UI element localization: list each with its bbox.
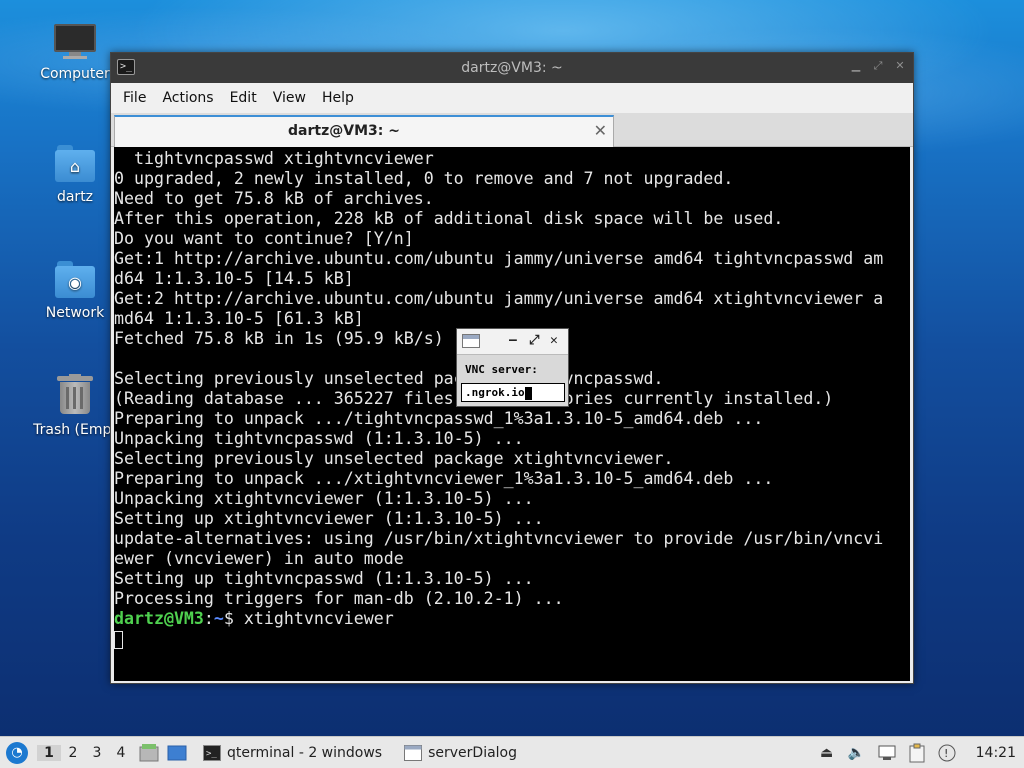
- task-qterminal[interactable]: >_ qterminal - 2 windows: [195, 738, 390, 768]
- terminal-line: Do you want to continue? [Y/n]: [114, 229, 414, 248]
- terminal-line: Preparing to unpack .../xtightvncviewer_…: [114, 469, 774, 488]
- network-folder-icon: ◉: [55, 259, 95, 299]
- menu-edit[interactable]: Edit: [222, 90, 265, 106]
- show-desktop-button[interactable]: [165, 741, 189, 765]
- clock[interactable]: 14:21: [976, 745, 1016, 761]
- terminal-line: update-alternatives: using /usr/bin/xtig…: [114, 529, 884, 548]
- terminal-line: Unpacking xtightvncviewer (1:1.3.10-5) .…: [114, 489, 534, 508]
- tab-bar: dartz@VM3: ~ ✕: [111, 113, 913, 147]
- network-status-icon[interactable]: [876, 742, 898, 764]
- workspace-1[interactable]: 1: [37, 744, 61, 761]
- workspace-2[interactable]: 2: [61, 745, 85, 761]
- desktop-icon-network[interactable]: ◉ Network: [27, 259, 123, 321]
- vnc-server-dialog: – ⤢ ✕ VNC server: .ngrok.io: [456, 328, 569, 407]
- trash-icon: [57, 374, 93, 416]
- desktop-icon-label: Computer: [40, 66, 110, 82]
- text-cursor: [114, 630, 123, 649]
- close-icon[interactable]: ✕: [550, 333, 558, 348]
- window-icon: [404, 744, 423, 761]
- taskbar: ◔ 1 2 3 4 >_ qterminal - 2 windows serve…: [0, 736, 1024, 768]
- volume-icon[interactable]: 🔈: [846, 742, 868, 764]
- prompt-command: xtightvncviewer: [243, 609, 394, 628]
- system-tray: ⏏ 🔈 ! 14:21: [816, 737, 1024, 768]
- tab-label: dartz@VM3: ~: [288, 123, 400, 139]
- lubuntu-logo-icon: ◔: [6, 741, 28, 764]
- prompt-path: ~: [213, 609, 224, 628]
- window-icon: [462, 334, 480, 348]
- menu-actions[interactable]: Actions: [154, 90, 221, 106]
- task-label: qterminal - 2 windows: [227, 744, 383, 761]
- task-serverdialog[interactable]: serverDialog: [396, 738, 525, 768]
- window-titlebar[interactable]: >_ dartz@VM3: ~ ▁ ⤢ ✕: [111, 53, 913, 83]
- vnc-server-input[interactable]: .ngrok.io: [461, 383, 565, 402]
- tab-terminal[interactable]: dartz@VM3: ~ ✕: [114, 115, 614, 147]
- terminal-line: Selecting previously unselected package …: [114, 449, 674, 468]
- terminal-line: tightvncpasswd xtightvncviewer: [114, 149, 434, 168]
- computer-icon: [54, 24, 96, 60]
- terminal-line: Get:2 http://archive.ubuntu.com/ubuntu j…: [114, 289, 884, 308]
- maximize-icon[interactable]: ⤢: [529, 333, 539, 348]
- home-folder-icon: ⌂: [55, 143, 95, 183]
- tab-close-icon[interactable]: ✕: [594, 121, 607, 140]
- update-notifier-icon[interactable]: !: [936, 742, 958, 764]
- window-title: dartz@VM3: ~: [461, 60, 563, 76]
- svg-text:>_: >_: [206, 749, 217, 759]
- menu-bar: File Actions Edit View Help: [111, 83, 913, 113]
- svg-text:!: !: [944, 747, 948, 760]
- minimize-icon[interactable]: –: [509, 333, 517, 348]
- desktop-icon-label: Network: [45, 305, 105, 321]
- terminal-line: ewer (vncviewer) in auto mode: [114, 549, 404, 568]
- desktop-icon: [167, 745, 187, 760]
- input-cursor: [524, 386, 532, 400]
- prompt-symbol: $: [223, 609, 244, 628]
- desktop-icon-computer[interactable]: Computer: [27, 24, 123, 82]
- workspace-3[interactable]: 3: [85, 745, 109, 761]
- terminal-line: Get:1 http://archive.ubuntu.com/ubuntu j…: [114, 249, 884, 268]
- start-menu-button[interactable]: ◔: [3, 739, 31, 767]
- prompt-separator: :: [203, 609, 214, 628]
- terminal-line: After this operation, 228 kB of addition…: [114, 209, 784, 228]
- terminal-line: Setting up tightvncpasswd (1:1.3.10-5) .…: [114, 569, 534, 588]
- vnc-server-input-value: .ngrok.io: [465, 386, 525, 399]
- eject-icon[interactable]: ⏏: [816, 742, 838, 764]
- terminal-icon: >_: [203, 744, 221, 761]
- terminal-line: d64 1:1.3.10-5 [14.5 kB]: [114, 269, 354, 288]
- desktop-icon-trash[interactable]: Trash (Empt: [27, 374, 123, 438]
- terminal-line: Unpacking tightvncpasswd (1:1.3.10-5) ..…: [114, 429, 524, 448]
- desktop-icon-home[interactable]: ⌂ dartz: [27, 143, 123, 205]
- terminal-cursor-line: [114, 629, 910, 649]
- terminal-line: Need to get 75.8 kB of archives.: [114, 189, 434, 208]
- desktop-icon-label: dartz: [56, 189, 94, 205]
- prompt-user-host: dartz@VM3: [114, 609, 204, 628]
- menu-view[interactable]: View: [265, 90, 314, 106]
- terminal-line: Processing triggers for man-db (2.10.2-1…: [114, 589, 564, 608]
- maximize-icon[interactable]: ⤢: [871, 59, 885, 73]
- task-label: serverDialog: [428, 744, 518, 761]
- file-manager-icon: [139, 743, 159, 761]
- terminal-line: 0 upgraded, 2 newly installed, 0 to remo…: [114, 169, 734, 188]
- terminal-line: Setting up xtightvncviewer (1:1.3.10-5) …: [114, 509, 544, 528]
- desktop-icon-label: Trash (Empt: [33, 422, 117, 438]
- clipboard-icon[interactable]: [906, 742, 928, 764]
- terminal-output[interactable]: tightvncpasswd xtightvncviewer 0 upgraded…: [114, 147, 910, 681]
- terminal-line: md64 1:1.3.10-5 [61.3 kB]: [114, 309, 364, 328]
- file-manager-launcher[interactable]: [137, 741, 161, 765]
- menu-file[interactable]: File: [115, 90, 154, 106]
- workspace-4[interactable]: 4: [109, 745, 133, 761]
- terminal-prompt-line: dartz@VM3:~$ xtightvncviewer: [114, 609, 910, 629]
- close-icon[interactable]: ✕: [893, 59, 907, 73]
- dialog-titlebar[interactable]: – ⤢ ✕: [457, 329, 568, 355]
- terminal-line: Preparing to unpack .../tightvncpasswd_1…: [114, 409, 764, 428]
- vnc-server-label: VNC server:: [465, 363, 538, 376]
- minimize-icon[interactable]: ▁: [849, 59, 863, 73]
- menu-help[interactable]: Help: [314, 90, 362, 106]
